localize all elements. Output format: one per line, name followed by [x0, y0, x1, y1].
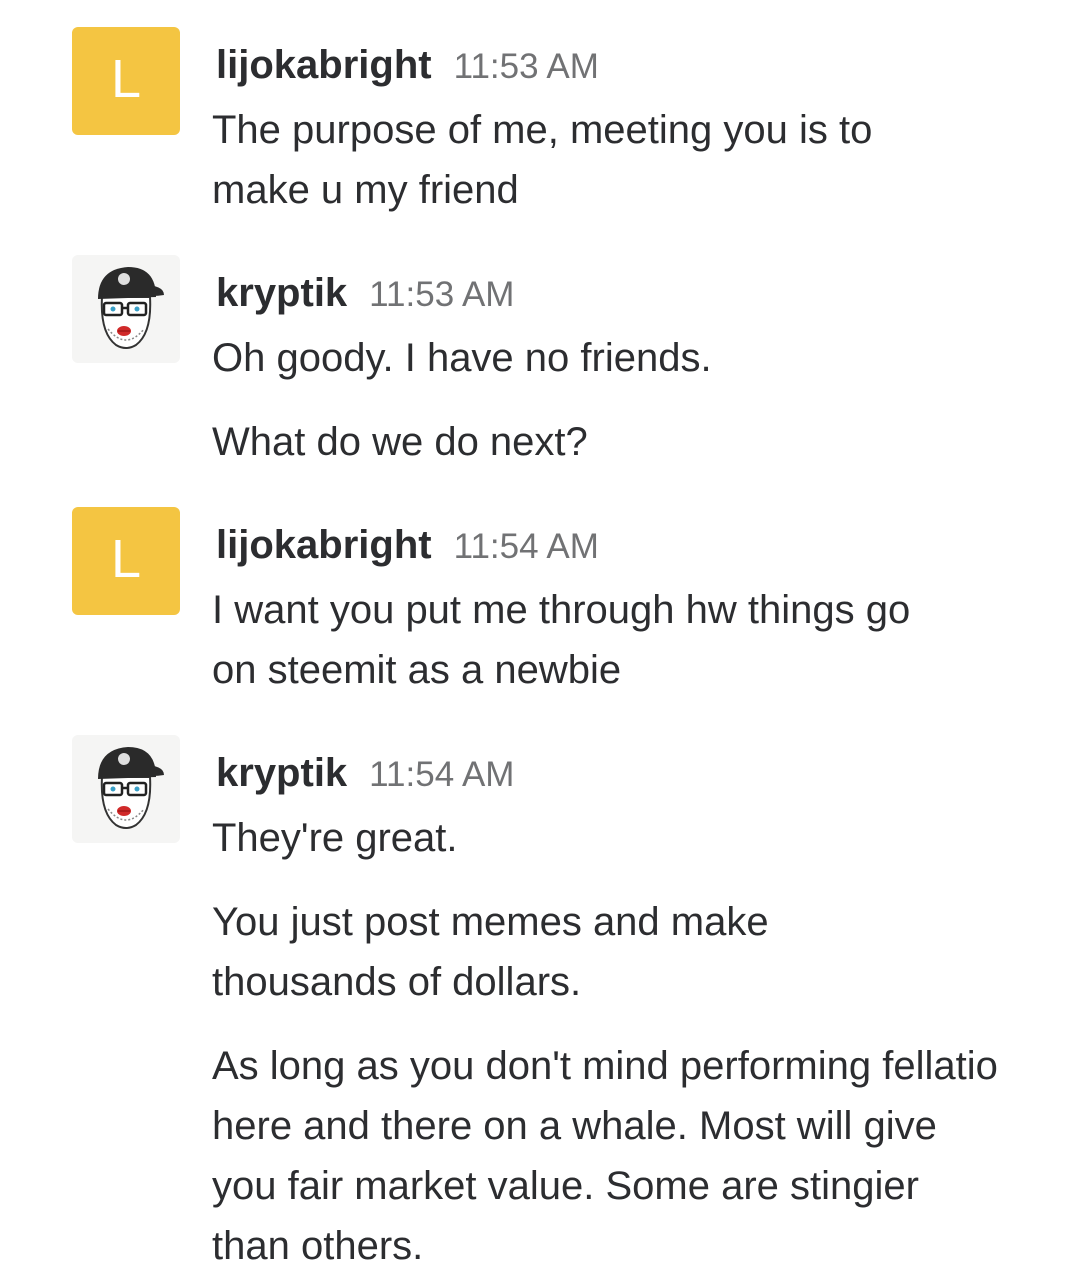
- message-header: kryptik 11:54 AM: [216, 749, 514, 806]
- avatar-letter: L: [110, 49, 142, 109]
- timestamp[interactable]: 11:53 AM: [454, 47, 599, 86]
- username[interactable]: kryptik: [216, 271, 347, 315]
- username[interactable]: kryptik: [216, 751, 347, 795]
- username[interactable]: lijokabright: [216, 523, 432, 567]
- user-avatar-icon: [98, 747, 164, 829]
- message-body: The purpose of me, meeting you is to mak…: [212, 100, 972, 220]
- message-text: I want you put me through hw things go o…: [212, 588, 911, 692]
- message-text: The purpose of me, meeting you is to mak…: [212, 108, 873, 212]
- user-avatar-icon: [98, 267, 164, 349]
- avatar[interactable]: L: [72, 507, 180, 615]
- message-text: As long as you don't mind performing fel…: [212, 1044, 998, 1268]
- message-text: You just post memes and make thousands o…: [212, 900, 769, 1004]
- message-text: Oh goody. I have no friends.: [212, 336, 712, 380]
- message-header: kryptik 11:53 AM: [216, 269, 514, 326]
- avatar-letter: L: [110, 529, 142, 589]
- timestamp[interactable]: 11:54 AM: [454, 527, 599, 566]
- message-body: I want you put me through hw things go o…: [212, 580, 942, 700]
- timestamp[interactable]: 11:54 AM: [369, 755, 514, 794]
- avatar[interactable]: [72, 735, 180, 843]
- message-header: lijokabright 11:53 AM: [216, 41, 599, 98]
- message-text: What do we do next?: [212, 420, 588, 464]
- message-text: They're great.: [212, 816, 458, 860]
- message-body: They're great. You just post memes and m…: [212, 808, 1002, 1276]
- avatar[interactable]: [72, 255, 180, 363]
- username[interactable]: lijokabright: [216, 43, 432, 87]
- message-body: Oh goody. I have no friends. What do we …: [212, 328, 1012, 472]
- timestamp[interactable]: 11:53 AM: [369, 275, 514, 314]
- message-header: lijokabright 11:54 AM: [216, 521, 599, 578]
- avatar[interactable]: L: [72, 27, 180, 135]
